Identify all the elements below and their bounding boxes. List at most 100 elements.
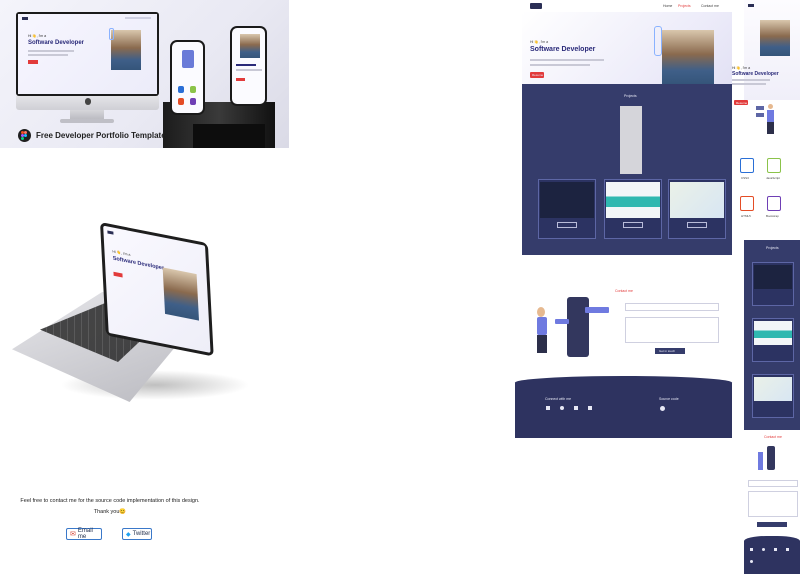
email-me-link[interactable]: ✉ Email me [66,528,102,540]
preview-role: Software Developer [530,46,596,53]
imac-stand [70,110,104,119]
mobile-resume-button[interactable]: Resume [734,100,748,105]
chat-bubble [585,307,609,313]
laptop-lid: Hi 👋, I'm a Software Developer [100,222,214,357]
phone-mockup-2 [230,26,267,106]
hero-mockup-image: Hi 👋, I'm a Software Developer Free Deve… [0,0,289,148]
phone-illustration [182,50,194,68]
imac-screen: Hi 👋, I'm a Software Developer [18,14,157,94]
resume-button [113,271,123,278]
hero-greeting: Hi 👋, I'm a [28,34,47,38]
mobile-role: Software Developer [732,71,779,77]
javascript-icon [190,86,196,93]
linkedin-icon[interactable] [546,406,550,410]
twitter-label: Twitter [132,531,151,537]
github-icon[interactable] [660,406,665,411]
person-legs [537,335,547,353]
email-icon[interactable] [786,548,789,551]
hero-role: Software Developer [28,40,85,46]
mobile-text-line [732,83,766,85]
css3-icon [740,158,754,173]
mobile-message-field[interactable] [748,491,798,517]
mobile-project-card[interactable] [752,374,794,418]
project-view-button[interactable] [557,222,577,228]
bootstrap-label: Bootstrap [766,214,779,218]
preview-contact-section: Contact me Get in touch [515,255,732,380]
preview-hero: Hi 👋, I'm a Software Developer Resume [522,12,732,84]
css3-label: CSS3 [741,176,749,180]
project-screenshot [540,182,594,218]
mobile-email-field[interactable] [748,480,798,487]
person-head [768,104,773,109]
html5-label: HTML5 [741,214,751,218]
contact-title: Contact me [615,289,633,293]
resume-button [28,60,38,64]
project-screenshot [754,321,792,345]
contact-note-line: Feel free to contact me for the source c… [20,498,200,504]
pedestal-block [193,124,265,148]
laptop-screen: Hi 👋, I'm a Software Developer [103,225,211,353]
logo-icon [22,17,28,20]
project-card[interactable] [604,179,662,239]
phone-illustration [567,297,589,357]
email-icon[interactable] [588,406,592,410]
css3-icon [178,86,184,93]
gmail-icon: ✉ [70,531,76,538]
mobile-project-card[interactable] [752,262,794,306]
nav-contact[interactable]: Contact me [701,4,719,8]
preview-greeting: Hi 👋, I'm a [530,40,549,44]
email-field[interactable] [625,303,719,311]
mobile-send-button[interactable] [757,522,787,527]
preview-projects-section: Projects [522,84,732,255]
chat-bubble [555,319,569,324]
whatsapp-icon[interactable] [560,406,564,410]
twitter-link[interactable]: ◆ Twitter [122,528,152,540]
imac-base [60,119,114,123]
person-body [767,110,774,122]
mobile-projects-title: Projects [766,246,779,250]
logo-icon [107,230,114,235]
twitter-icon[interactable] [774,548,777,551]
project-view-button[interactable] [623,222,643,228]
bootstrap-icon [767,196,781,211]
twitter-icon[interactable] [574,406,578,410]
thank-you-text: Thank you😊 [93,509,127,515]
twitter-icon: ◆ [126,531,131,538]
project-placeholder-image [620,106,642,174]
nav-home[interactable]: Home [663,4,672,8]
preview-text-line [530,59,604,61]
logo-icon [530,3,542,9]
project-screenshot [670,182,724,218]
hero-text-line [28,54,68,56]
project-screenshot [754,377,792,401]
mobile-contact-title: Contact me [764,435,782,439]
github-icon[interactable] [750,560,753,563]
phone-mockup-1 [170,40,205,115]
send-label: Get in touch [659,349,676,353]
contact-illustration [758,446,780,472]
nav-projects[interactable]: Projects [678,4,691,8]
phone-role-line [236,64,256,66]
mobile-avatar [760,20,790,56]
whatsapp-icon[interactable] [762,548,765,551]
person-legs [767,122,774,134]
javascript-label: JavaScript [766,176,781,180]
project-screenshot [754,265,792,289]
project-view-button[interactable] [687,222,707,228]
preview-resume-button[interactable]: Resume [530,72,544,78]
resume-button [236,78,245,81]
project-card[interactable] [538,179,596,239]
avatar [162,267,200,321]
html5-icon [178,98,184,105]
preview-navbar: Home Projects Contact me [515,0,732,12]
message-field[interactable] [625,317,719,343]
phone-screen [232,28,265,104]
html5-icon [740,196,754,211]
mobile-project-card[interactable] [752,318,794,362]
resume-label: Resume [532,73,544,77]
project-card[interactable] [668,179,726,239]
logo-icon [748,4,754,7]
send-button[interactable]: Get in touch [655,348,685,354]
person [758,452,763,470]
linkedin-icon[interactable] [750,548,753,551]
